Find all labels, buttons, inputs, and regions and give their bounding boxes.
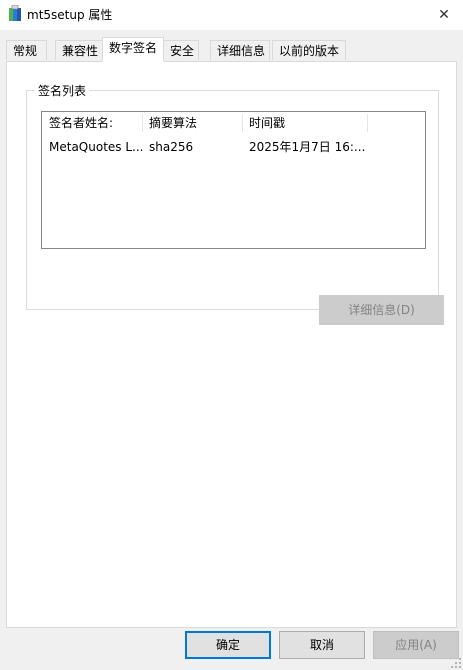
column-digest-algorithm[interactable]: 摘要算法 [142,112,242,134]
title-bar: mt5setup 属性 ✕ [0,0,463,30]
resize-grip-icon[interactable] [451,658,461,668]
timestamp-cell: 2025年1月7日 16:... [249,140,366,154]
signer-name-cell: MetaQuotes L... [49,140,142,154]
setup-package-icon [9,5,21,21]
signature-list-group: 签名列表 签名者姓名: 摘要算法 时间戳 MetaQuotes L... sha… [26,82,444,325]
tab-general[interactable]: 常规 [6,40,47,60]
tab-security[interactable]: 安全 [163,40,199,60]
window-title: mt5setup 属性 [27,8,113,22]
tab-details[interactable]: 详细信息 [210,40,270,60]
column-timestamp[interactable]: 时间戳 [242,112,367,134]
tab-compatibility[interactable]: 兼容性 [55,40,103,60]
close-button[interactable]: ✕ [433,4,455,26]
ok-button[interactable]: 确定 [185,631,271,659]
tab-previous-versions[interactable]: 以前的版本 [272,40,346,60]
column-signer-name[interactable]: 签名者姓名: [42,112,142,134]
column-separator[interactable] [367,114,368,132]
signature-listview[interactable]: 签名者姓名: 摘要算法 时间戳 MetaQuotes L... sha256 2… [41,111,426,249]
digest-algorithm-cell: sha256 [149,140,194,154]
cancel-button[interactable]: 取消 [279,631,365,659]
digital-signatures-panel: 签名列表 签名者姓名: 摘要算法 时间戳 MetaQuotes L... sha… [6,61,457,628]
tab-digital-signatures[interactable]: 数字签名 [102,37,164,62]
apply-button[interactable]: 应用(A) [373,631,459,659]
listview-header: 签名者姓名: 摘要算法 时间戳 [42,112,425,134]
signature-details-button[interactable]: 详细信息(D) [319,295,444,325]
signature-list-legend: 签名列表 [35,82,90,99]
signature-row[interactable]: MetaQuotes L... sha256 2025年1月7日 16:... [42,136,425,158]
